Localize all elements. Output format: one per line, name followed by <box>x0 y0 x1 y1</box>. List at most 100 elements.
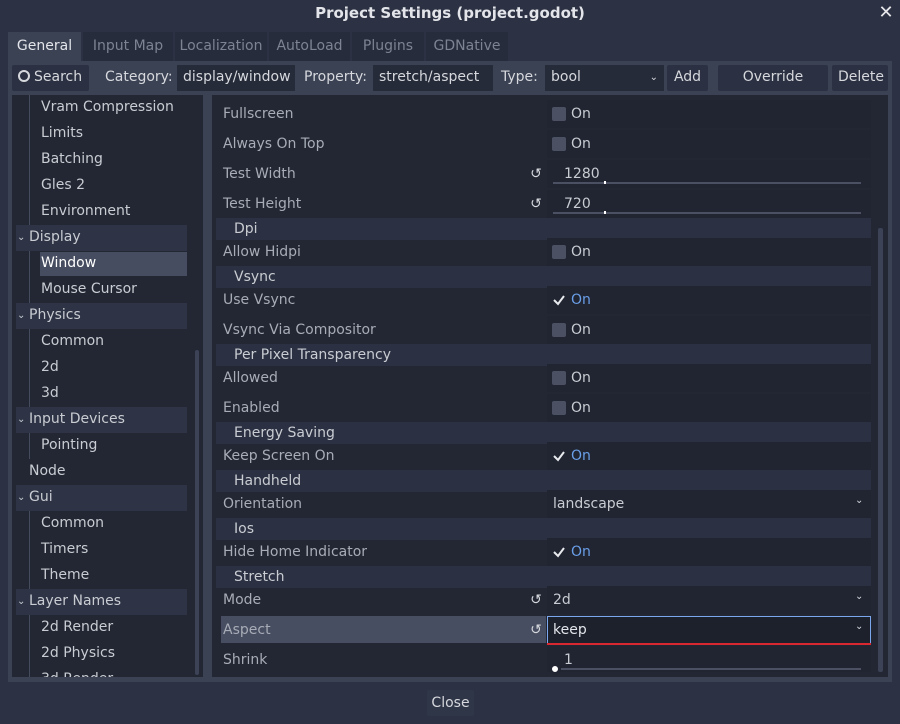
checkbox-enabled[interactable] <box>552 401 566 415</box>
type-value: bool <box>551 69 581 85</box>
checkbox-always-on-top[interactable] <box>552 137 566 151</box>
type-select[interactable]: bool ⌄ <box>545 65 664 91</box>
prop-value-allow-hidpi[interactable] <box>547 238 871 266</box>
prop-label-orientation: Orientation <box>223 496 303 512</box>
section-handheld: Handheld <box>216 470 871 492</box>
override-for-button[interactable]: Override For... <box>718 65 828 110</box>
orientation-value: landscape <box>553 496 625 512</box>
tab-general[interactable]: General <box>8 32 81 61</box>
tree-scrollbar[interactable] <box>195 350 199 675</box>
tree-item-gles2[interactable]: Gles 2 <box>41 173 85 199</box>
checkbox-vsync-compositor[interactable] <box>552 323 566 337</box>
tree-item-gui-common[interactable]: Common <box>41 511 104 537</box>
delete-button[interactable]: Delete <box>832 65 888 91</box>
chevron-down-icon: ⌄ <box>649 72 658 83</box>
add-button[interactable]: Add <box>667 65 708 91</box>
tree-item-display[interactable]: Display <box>29 225 81 251</box>
category-tree[interactable]: Vram Compression Limits Batching Gles 2 … <box>12 95 203 677</box>
search-icon <box>18 70 30 82</box>
tree-item-3d-render[interactable]: 3d Render <box>41 667 113 677</box>
tree-item-2d-physics[interactable]: 2d Physics <box>41 641 115 667</box>
slider-grabber[interactable] <box>604 181 606 184</box>
section-label: Energy Saving <box>234 425 335 441</box>
shrink-value[interactable]: 1 <box>564 650 573 670</box>
prop-label-hide-home-indicator: Hide Home Indicator <box>223 544 368 560</box>
close-button[interactable]: Close <box>427 690 474 716</box>
chevron-down-icon[interactable]: ⌄ <box>17 407 25 433</box>
checkbox-allow-hidpi[interactable] <box>552 245 566 259</box>
property-input[interactable]: stretch/aspect <box>373 65 493 91</box>
tree-item-environment[interactable]: Environment <box>41 199 130 225</box>
tree-item-gui[interactable]: Gui <box>29 485 53 511</box>
aspect-select[interactable] <box>547 616 871 644</box>
revert-icon[interactable]: ↺ <box>529 620 543 640</box>
checkbox-hide-home-indicator[interactable] <box>552 545 566 559</box>
tree-item-limits[interactable]: Limits <box>41 121 83 147</box>
checkbox-fullscreen[interactable] <box>552 107 566 121</box>
tree-item-physics[interactable]: Physics <box>29 303 81 329</box>
tree-item-mouse-cursor[interactable]: Mouse Cursor <box>41 277 137 303</box>
chevron-down-icon[interactable]: ⌄ <box>17 225 25 251</box>
tree-item-layer-names[interactable]: Layer Names <box>29 589 121 615</box>
tree-item-window[interactable]: Window <box>41 251 96 277</box>
chevron-down-icon[interactable]: ⌄ <box>17 589 25 615</box>
window-title: Project Settings (project.godot) <box>315 4 585 22</box>
tree-item-theme[interactable]: Theme <box>41 563 89 589</box>
test-width-value[interactable]: 1280 <box>564 164 600 184</box>
tree-item-2d-render[interactable]: 2d Render <box>41 615 113 641</box>
tree-item-2d[interactable]: 2d <box>41 355 59 381</box>
prop-label-enabled: Enabled <box>223 400 280 416</box>
chevron-down-icon[interactable]: ⌄ <box>17 485 25 511</box>
prop-value-keep-screen-on[interactable] <box>547 442 871 470</box>
tree-guide <box>29 329 30 407</box>
checkbox-on-label: On <box>571 136 591 152</box>
section-label: Per Pixel Transparency <box>234 347 391 363</box>
revert-icon[interactable]: ↺ <box>529 194 543 214</box>
prop-value-use-vsync[interactable] <box>547 286 871 314</box>
checkbox-allowed[interactable] <box>552 371 566 385</box>
close-icon[interactable]: ✕ <box>876 2 896 24</box>
tree-guide <box>29 615 30 677</box>
prop-label-aspect: Aspect <box>223 622 271 638</box>
prop-value-hide-home-indicator[interactable] <box>547 538 871 566</box>
tab-autoload[interactable]: AutoLoad <box>269 32 350 61</box>
test-height-value[interactable]: 720 <box>564 194 591 214</box>
tree-item-common[interactable]: Common <box>41 329 104 355</box>
chevron-down-icon[interactable]: ⌄ <box>855 495 863 506</box>
aspect-underline <box>547 643 871 645</box>
tab-plugins[interactable]: Plugins <box>352 32 424 61</box>
category-label: Category: <box>105 69 173 85</box>
chevron-down-icon[interactable]: ⌄ <box>855 621 863 632</box>
tree-item-batching[interactable]: Batching <box>41 147 103 173</box>
tree-item-3d[interactable]: 3d <box>41 381 59 407</box>
tab-input-map[interactable]: Input Map <box>83 32 173 61</box>
prop-value-vsync-compositor[interactable] <box>547 316 871 344</box>
tree-item-timers[interactable]: Timers <box>41 537 88 563</box>
checkbox-use-vsync[interactable] <box>552 293 566 307</box>
revert-icon[interactable]: ↺ <box>529 590 543 610</box>
category-input[interactable]: display/window <box>177 65 295 91</box>
section-vsync: Vsync <box>216 266 871 288</box>
tree-item-input-devices[interactable]: Input Devices <box>29 407 125 433</box>
checkbox-keep-screen-on[interactable] <box>552 449 566 463</box>
section-ios: Ios <box>216 518 871 540</box>
prop-value-fullscreen[interactable] <box>547 100 871 128</box>
slider-grabber[interactable] <box>604 211 606 214</box>
tree-item-pointing[interactable]: Pointing <box>41 433 97 459</box>
chevron-down-icon[interactable]: ⌄ <box>855 591 863 602</box>
tree-item-node[interactable]: Node <box>29 459 66 485</box>
prop-value-enabled[interactable] <box>547 394 871 422</box>
mode-select[interactable] <box>547 586 871 614</box>
prop-value-allowed[interactable] <box>547 364 871 392</box>
tree-item-vram-compression[interactable]: Vram Compression <box>41 95 174 121</box>
prop-label-test-height: Test Height <box>223 196 302 212</box>
tab-localization[interactable]: Localization <box>175 32 267 61</box>
slider-grabber[interactable] <box>549 663 561 675</box>
tab-gdnative[interactable]: GDNative <box>426 32 508 61</box>
revert-icon[interactable]: ↺ <box>529 164 543 184</box>
property-scrollbar[interactable] <box>878 228 883 672</box>
mode-value: 2d <box>553 592 571 608</box>
search-button[interactable]: Search <box>12 65 89 91</box>
prop-value-always-on-top[interactable] <box>547 130 871 158</box>
chevron-down-icon[interactable]: ⌄ <box>17 303 25 329</box>
